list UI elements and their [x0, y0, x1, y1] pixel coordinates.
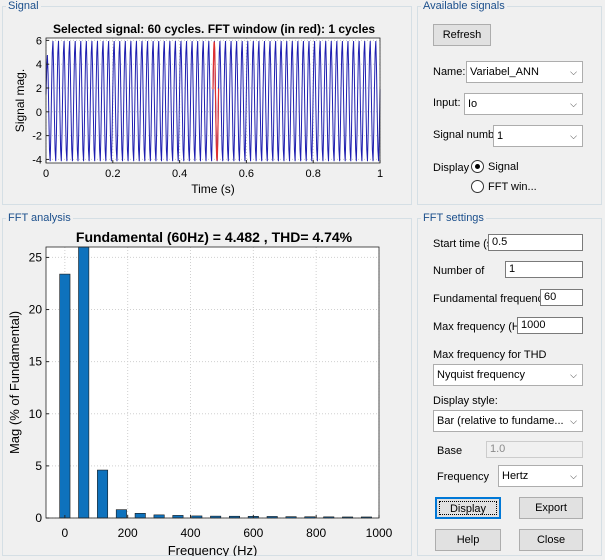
display-signal-radio[interactable] — [471, 160, 484, 173]
number-of-cycles-label: Number of — [433, 265, 485, 277]
input-select-value: Io — [468, 98, 478, 110]
max-frequency-thd-label: Max frequency for THD — [433, 349, 547, 361]
frequency-unit-value: Hertz — [502, 470, 529, 482]
chevron-down-icon: ⌵ — [570, 67, 577, 77]
fft-x-tick-label: 400 — [180, 526, 200, 540]
available-signals-title: Available signals — [421, 0, 507, 13]
signal-y-tick-label: 6 — [36, 35, 42, 47]
number-of-cycles-input[interactable]: 1 — [505, 261, 583, 278]
signal-y-tick-label: 2 — [36, 83, 42, 95]
fft-x-tick-label: 200 — [118, 526, 138, 540]
fft-x-tick-label: 0 — [62, 526, 69, 540]
frequency-unit-select[interactable]: Hertz ⌵ — [498, 465, 583, 487]
signal-x-tick-label: 1 — [377, 168, 383, 180]
signal-x-tick-label: 0.6 — [239, 168, 254, 180]
fft-plot-area — [46, 247, 379, 518]
display-style-label: Display style: — [433, 395, 498, 407]
fft-plot-title: Fundamental (60Hz) = 4.482 , THD= 4.74% — [76, 229, 353, 245]
fft-y-tick-label: 0 — [35, 511, 42, 525]
signal-y-tick-label: 4 — [36, 59, 42, 71]
name-label: Name: — [433, 66, 466, 78]
fft-bar — [115, 509, 127, 519]
display-fft-window-radio[interactable] — [471, 180, 484, 193]
start-time-label: Start time (s — [433, 238, 489, 250]
fundamental-frequency-label: Fundamental frequenc — [433, 293, 540, 305]
export-button[interactable]: Export — [519, 497, 583, 519]
display-style-value: Bar (relative to fundame... — [437, 415, 564, 427]
signal-y-tick-label: -2 — [32, 131, 42, 143]
input-select[interactable]: Io ⌵ — [464, 93, 583, 115]
signal-number-value: 1 — [497, 130, 504, 142]
fft-x-tick-label: 600 — [243, 526, 263, 540]
signal-number-label: Signal numb — [433, 129, 493, 141]
chevron-down-icon: ⌵ — [570, 131, 577, 141]
max-frequency-thd-select[interactable]: Nyquist frequency ⌵ — [433, 364, 583, 386]
signal-x-tick-label: 0.4 — [172, 168, 187, 180]
frequency-unit-label: Frequency — [437, 471, 489, 483]
signal-y-tick-label: 0 — [36, 107, 42, 119]
fft-x-tick-label: 800 — [306, 526, 326, 540]
signal-x-tick-label: 0.2 — [105, 168, 120, 180]
fft-y-tick-label: 15 — [29, 355, 43, 369]
fft-bar — [134, 513, 146, 519]
max-frequency-input[interactable]: 1000 — [517, 317, 583, 334]
fft-y-tick-label: 5 — [35, 459, 42, 473]
chevron-down-icon: ⌵ — [570, 416, 577, 426]
signal-panel-title: Signal — [6, 0, 41, 13]
name-select[interactable]: Variabel_ANN ⌵ — [466, 61, 583, 83]
max-frequency-label: Max frequency (H — [433, 321, 517, 333]
fft-y-tick-label: 25 — [29, 250, 43, 264]
signal-x-tick-label: 0 — [43, 168, 49, 180]
fft-settings-title: FFT settings — [421, 212, 486, 225]
fft-x-axis-label: Frequency (Hz) — [168, 543, 258, 556]
signal-y-axis-label: Signal mag. — [13, 69, 27, 132]
fft-y-tick-label: 10 — [29, 407, 43, 421]
display-signal-label[interactable]: Signal — [488, 160, 519, 174]
fundamental-frequency-input[interactable]: 60 — [540, 289, 583, 306]
base-input[interactable]: 1.0 — [486, 441, 583, 458]
refresh-button[interactable]: Refresh — [433, 24, 491, 46]
chevron-down-icon: ⌵ — [570, 370, 577, 380]
fft-x-tick-label: 1000 — [366, 526, 393, 540]
display-style-select[interactable]: Bar (relative to fundame... ⌵ — [433, 410, 583, 432]
base-label: Base — [437, 445, 463, 457]
signal-y-tick-label: -4 — [32, 154, 42, 166]
fft-plot: 0 200 400 600 800 1000 25 20 15 10 5 0 Fundamental (… — [7, 229, 393, 556]
fft-bar — [97, 469, 109, 519]
signal-x-tick-label: 0.8 — [306, 168, 321, 180]
signal-x-axis-label: Time (s) — [191, 182, 235, 196]
chevron-down-icon: ⌵ — [570, 99, 577, 109]
chevron-down-icon: ⌵ — [570, 471, 577, 481]
max-frequency-thd-value: Nyquist frequency — [437, 369, 526, 381]
input-label: Input: — [433, 97, 461, 109]
display-label: Display — [433, 162, 469, 174]
fft-bar — [59, 273, 71, 519]
help-button[interactable]: Help — [435, 529, 501, 551]
start-time-input[interactable]: 0.5 — [488, 234, 583, 251]
signal-plot-title: Selected signal: 60 cycles. FFT window (… — [53, 22, 375, 36]
close-button[interactable]: Close — [519, 529, 583, 551]
fft-y-axis-label: Mag (% of Fundamental) — [7, 311, 22, 454]
fft-y-tick-label: 20 — [29, 303, 43, 317]
signal-number-select[interactable]: 1 ⌵ — [493, 125, 583, 147]
fft-bar — [153, 514, 165, 519]
name-select-value: Variabel_ANN — [470, 66, 539, 78]
signal-plot: 0 0.2 0.4 0.6 0.8 1 6 4 2 0 -2 -4 Selected signal: 6… — [13, 22, 383, 196]
fft-bar — [78, 246, 90, 519]
display-button[interactable]: Display — [435, 497, 501, 519]
display-fft-window-label[interactable]: FFT win... — [488, 180, 537, 194]
display-button-label: Display — [439, 501, 497, 515]
